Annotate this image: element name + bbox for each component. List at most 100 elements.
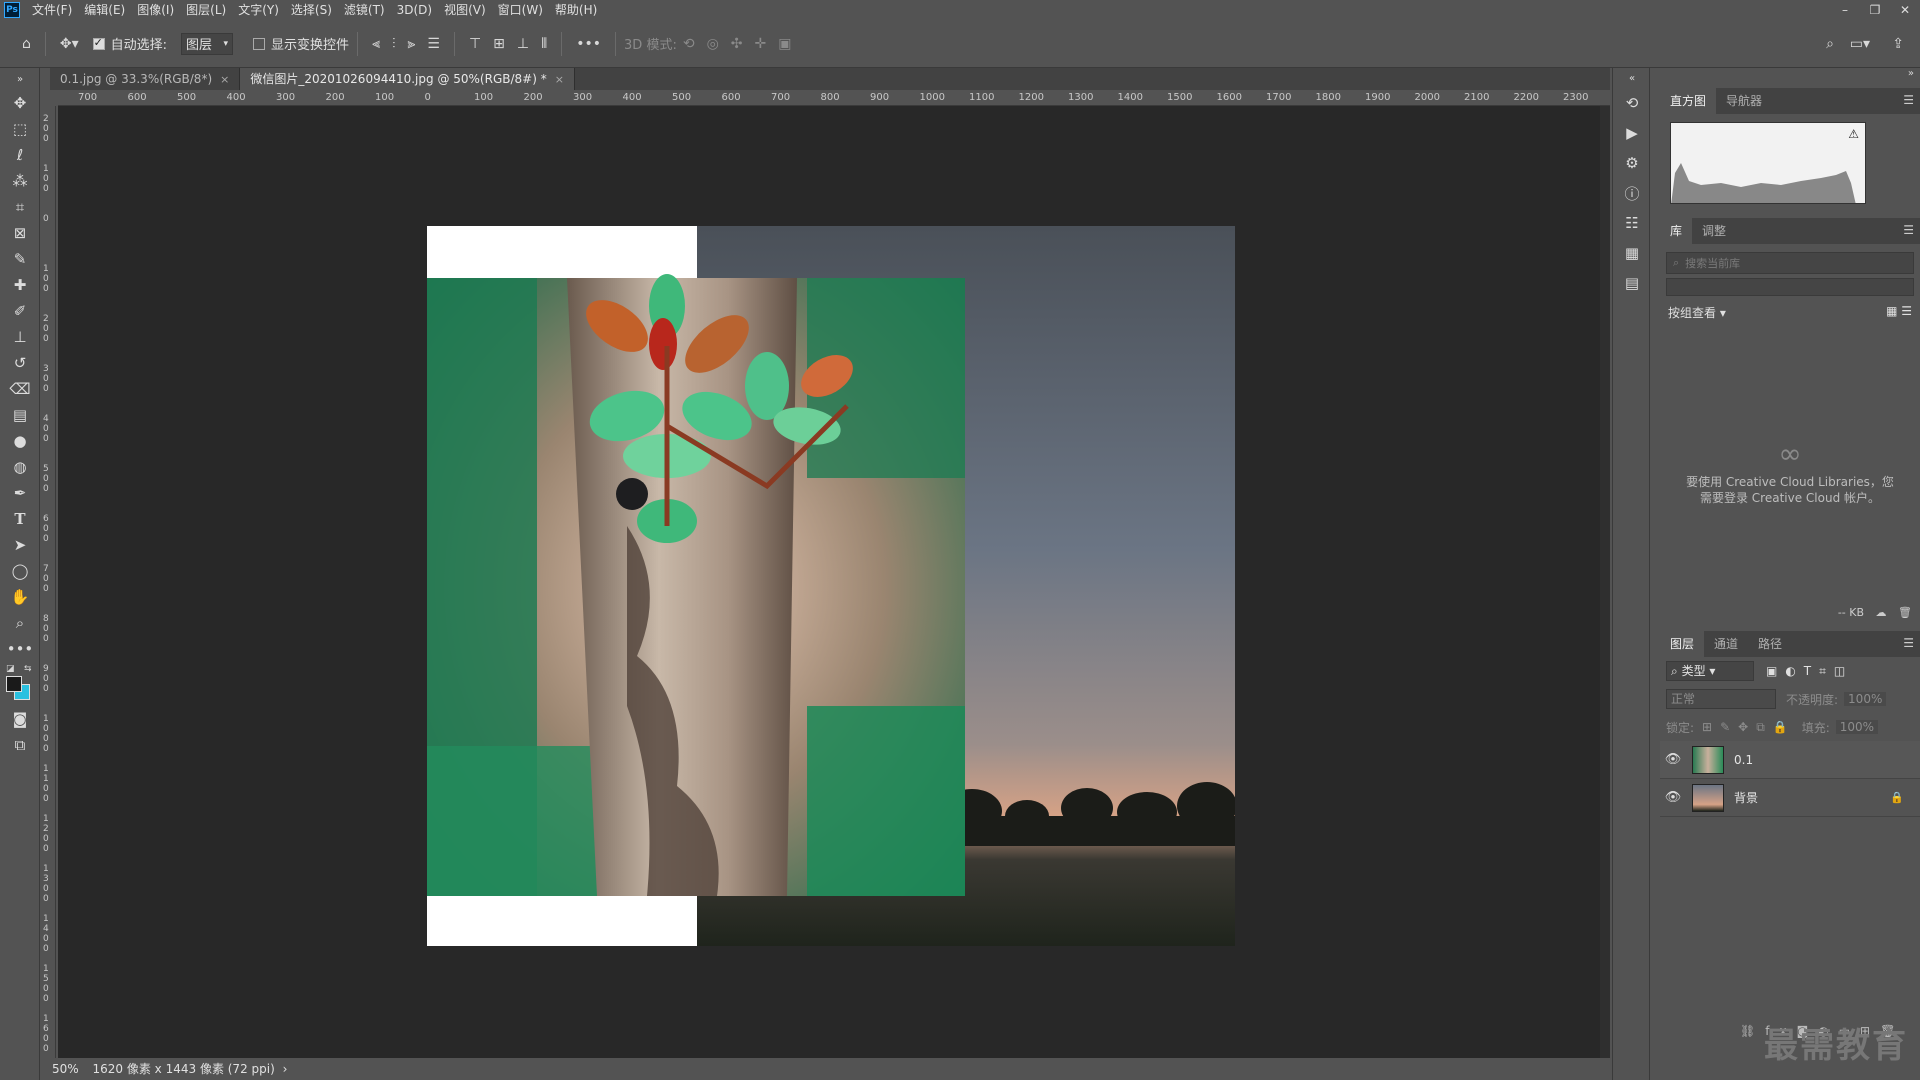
- align-top-icon[interactable]: ⊤: [463, 36, 487, 52]
- default-colors-icon[interactable]: ◪: [6, 664, 15, 674]
- swatches-panel-icon[interactable]: ▦: [1613, 238, 1651, 268]
- align-bottom-icon[interactable]: ⊥: [511, 36, 535, 52]
- layer-name[interactable]: 背景: [1734, 789, 1758, 806]
- layer-filter-dropdown[interactable]: ⌕ 类型 ▾: [1666, 661, 1754, 681]
- list-view-icon[interactable]: ☰: [1901, 304, 1912, 318]
- 3d-pan-icon[interactable]: ✣: [725, 36, 749, 52]
- tab-histogram[interactable]: 直方图: [1660, 88, 1717, 114]
- zoom-tool-icon[interactable]: ⌕: [0, 610, 40, 636]
- close-icon[interactable]: ×: [555, 73, 564, 86]
- screen-mode-icon[interactable]: ⧉: [0, 732, 40, 758]
- layer-filter-icons[interactable]: ▣◐T⌗◫: [1766, 664, 1853, 679]
- menu-layer[interactable]: 图层(L): [180, 0, 232, 20]
- auto-select-checkbox[interactable]: [92, 36, 105, 50]
- search-icon[interactable]: ⌕: [1820, 36, 1840, 52]
- blur-tool-icon[interactable]: ●: [0, 428, 40, 454]
- auto-select-target-dropdown[interactable]: 图层 ▾: [181, 32, 234, 55]
- info-panel-icon[interactable]: ⓘ: [1613, 178, 1651, 208]
- align-left-icon[interactable]: ⫷: [366, 36, 386, 52]
- marquee-tool-icon[interactable]: ⬚: [0, 116, 40, 142]
- show-transform-checkbox[interactable]: [253, 37, 266, 50]
- visibility-eye-icon[interactable]: 👁: [1660, 790, 1686, 805]
- distribute-horizontal-icon[interactable]: ☰: [421, 36, 446, 52]
- tab-channels[interactable]: 通道: [1704, 631, 1748, 657]
- menu-image[interactable]: 图像(I): [131, 0, 180, 20]
- brush-tool-icon[interactable]: ✐: [0, 298, 40, 324]
- move-tool-icon[interactable]: ✥: [0, 90, 40, 116]
- opacity-input[interactable]: 100%: [1844, 692, 1887, 706]
- tab-libraries[interactable]: 库: [1660, 218, 1693, 244]
- auto-select-option[interactable]: 自动选择:: [92, 34, 167, 53]
- close-button[interactable]: ✕: [1890, 0, 1920, 20]
- minimize-button[interactable]: –: [1830, 0, 1860, 20]
- menu-window[interactable]: 窗口(W): [492, 0, 549, 20]
- close-icon[interactable]: ×: [220, 73, 229, 86]
- magic-wand-tool-icon[interactable]: ⁂: [0, 168, 40, 194]
- 3d-slide-icon[interactable]: ✛: [749, 36, 773, 52]
- foreground-color-swatch[interactable]: [6, 676, 22, 692]
- more-options-icon[interactable]: •••: [570, 36, 607, 52]
- workspace-icon[interactable]: ▭▾: [1844, 36, 1876, 52]
- blend-mode-dropdown[interactable]: 正常: [1666, 689, 1776, 709]
- lock-icon[interactable]: 🔒: [1890, 791, 1904, 804]
- layer-row-background[interactable]: 👁 背景 🔒: [1660, 779, 1920, 817]
- tab-layers[interactable]: 图层: [1660, 631, 1705, 657]
- cloud-sync-icon[interactable]: ☁: [1876, 606, 1887, 619]
- 3d-camera-icon[interactable]: ▣: [772, 36, 797, 52]
- edit-toolbar-icon[interactable]: •••: [0, 636, 40, 662]
- menu-filter[interactable]: 滤镜(T): [338, 0, 391, 20]
- tab-document-2[interactable]: 微信图片_20201026094410.jpg @ 50%(RGB/8#) * ×: [240, 68, 575, 90]
- distribute-vertical-icon[interactable]: ⦀: [535, 36, 553, 52]
- menu-view[interactable]: 视图(V): [438, 0, 492, 20]
- share-icon[interactable]: ⇪: [1886, 36, 1910, 52]
- type-tool-icon[interactable]: T: [0, 506, 40, 532]
- visibility-eye-icon[interactable]: 👁: [1660, 752, 1686, 767]
- panel-menu-icon[interactable]: ☰: [1903, 636, 1914, 650]
- menu-edit[interactable]: 编辑(E): [78, 0, 131, 20]
- fill-input[interactable]: 100%: [1835, 720, 1879, 734]
- healing-brush-tool-icon[interactable]: ✚: [0, 272, 40, 298]
- lock-icons[interactable]: ⊞✎✥⧉🔒: [1702, 720, 1796, 735]
- crop-tool-icon[interactable]: ⌗: [0, 194, 40, 220]
- panel-menu-icon[interactable]: ☰: [1903, 93, 1914, 107]
- move-tool-icon[interactable]: ✥▾: [54, 36, 85, 52]
- swap-colors-icon[interactable]: ⇆: [24, 664, 32, 674]
- clone-stamp-tool-icon[interactable]: ⊥: [0, 324, 40, 350]
- warning-icon[interactable]: ⚠: [1848, 127, 1859, 141]
- quick-mask-icon[interactable]: ◙: [0, 706, 40, 732]
- menu-type[interactable]: 文字(Y): [232, 0, 285, 20]
- eraser-tool-icon[interactable]: ⌫: [0, 376, 40, 402]
- panel-menu-icon[interactable]: ☰: [1903, 223, 1914, 237]
- menu-file[interactable]: 文件(F): [26, 0, 78, 20]
- notes-panel-icon[interactable]: ▤: [1613, 268, 1651, 298]
- hand-tool-icon[interactable]: ✋: [0, 584, 40, 610]
- collapse-panels-icon[interactable]: «: [1613, 68, 1651, 88]
- tab-navigator[interactable]: 导航器: [1716, 88, 1772, 114]
- gradient-tool-icon[interactable]: ▤: [0, 402, 40, 428]
- ellipse-tool-icon[interactable]: ◯: [0, 558, 40, 584]
- 3d-orbit-icon[interactable]: ⟲: [677, 36, 701, 52]
- align-right-icon[interactable]: ⫸: [401, 36, 421, 52]
- frame-tool-icon[interactable]: ⊠: [0, 220, 40, 246]
- layer-name[interactable]: 0.1: [1734, 753, 1753, 767]
- zoom-level[interactable]: 50%: [52, 1062, 79, 1076]
- library-select-dropdown[interactable]: [1666, 278, 1914, 296]
- tab-adjustments[interactable]: 调整: [1692, 218, 1736, 244]
- home-icon[interactable]: ⌂: [16, 36, 37, 52]
- collapse-dock-icon[interactable]: »: [1660, 68, 1920, 88]
- menu-select[interactable]: 选择(S): [285, 0, 338, 20]
- tab-paths[interactable]: 路径: [1748, 631, 1792, 657]
- link-layers-icon[interactable]: ⛓: [1740, 1024, 1765, 1038]
- library-view-dropdown[interactable]: 按组查看 ▾: [1668, 304, 1726, 321]
- align-vcenter-icon[interactable]: ⊞: [487, 36, 511, 52]
- grid-view-icon[interactable]: ▦: [1886, 304, 1897, 318]
- library-search-input[interactable]: ⌕ 搜索当前库: [1666, 252, 1914, 274]
- history-panel-icon[interactable]: ⟲: [1613, 88, 1651, 118]
- history-brush-tool-icon[interactable]: ↺: [0, 350, 40, 376]
- document-canvas[interactable]: [427, 226, 1235, 946]
- toolbox-collapse-icon[interactable]: »: [0, 68, 40, 90]
- dodge-tool-icon[interactable]: ◍: [0, 454, 40, 480]
- adjustments-panel-icon[interactable]: ☷: [1613, 208, 1651, 238]
- eyedropper-tool-icon[interactable]: ✎: [0, 246, 40, 272]
- path-selection-tool-icon[interactable]: ➤: [0, 532, 40, 558]
